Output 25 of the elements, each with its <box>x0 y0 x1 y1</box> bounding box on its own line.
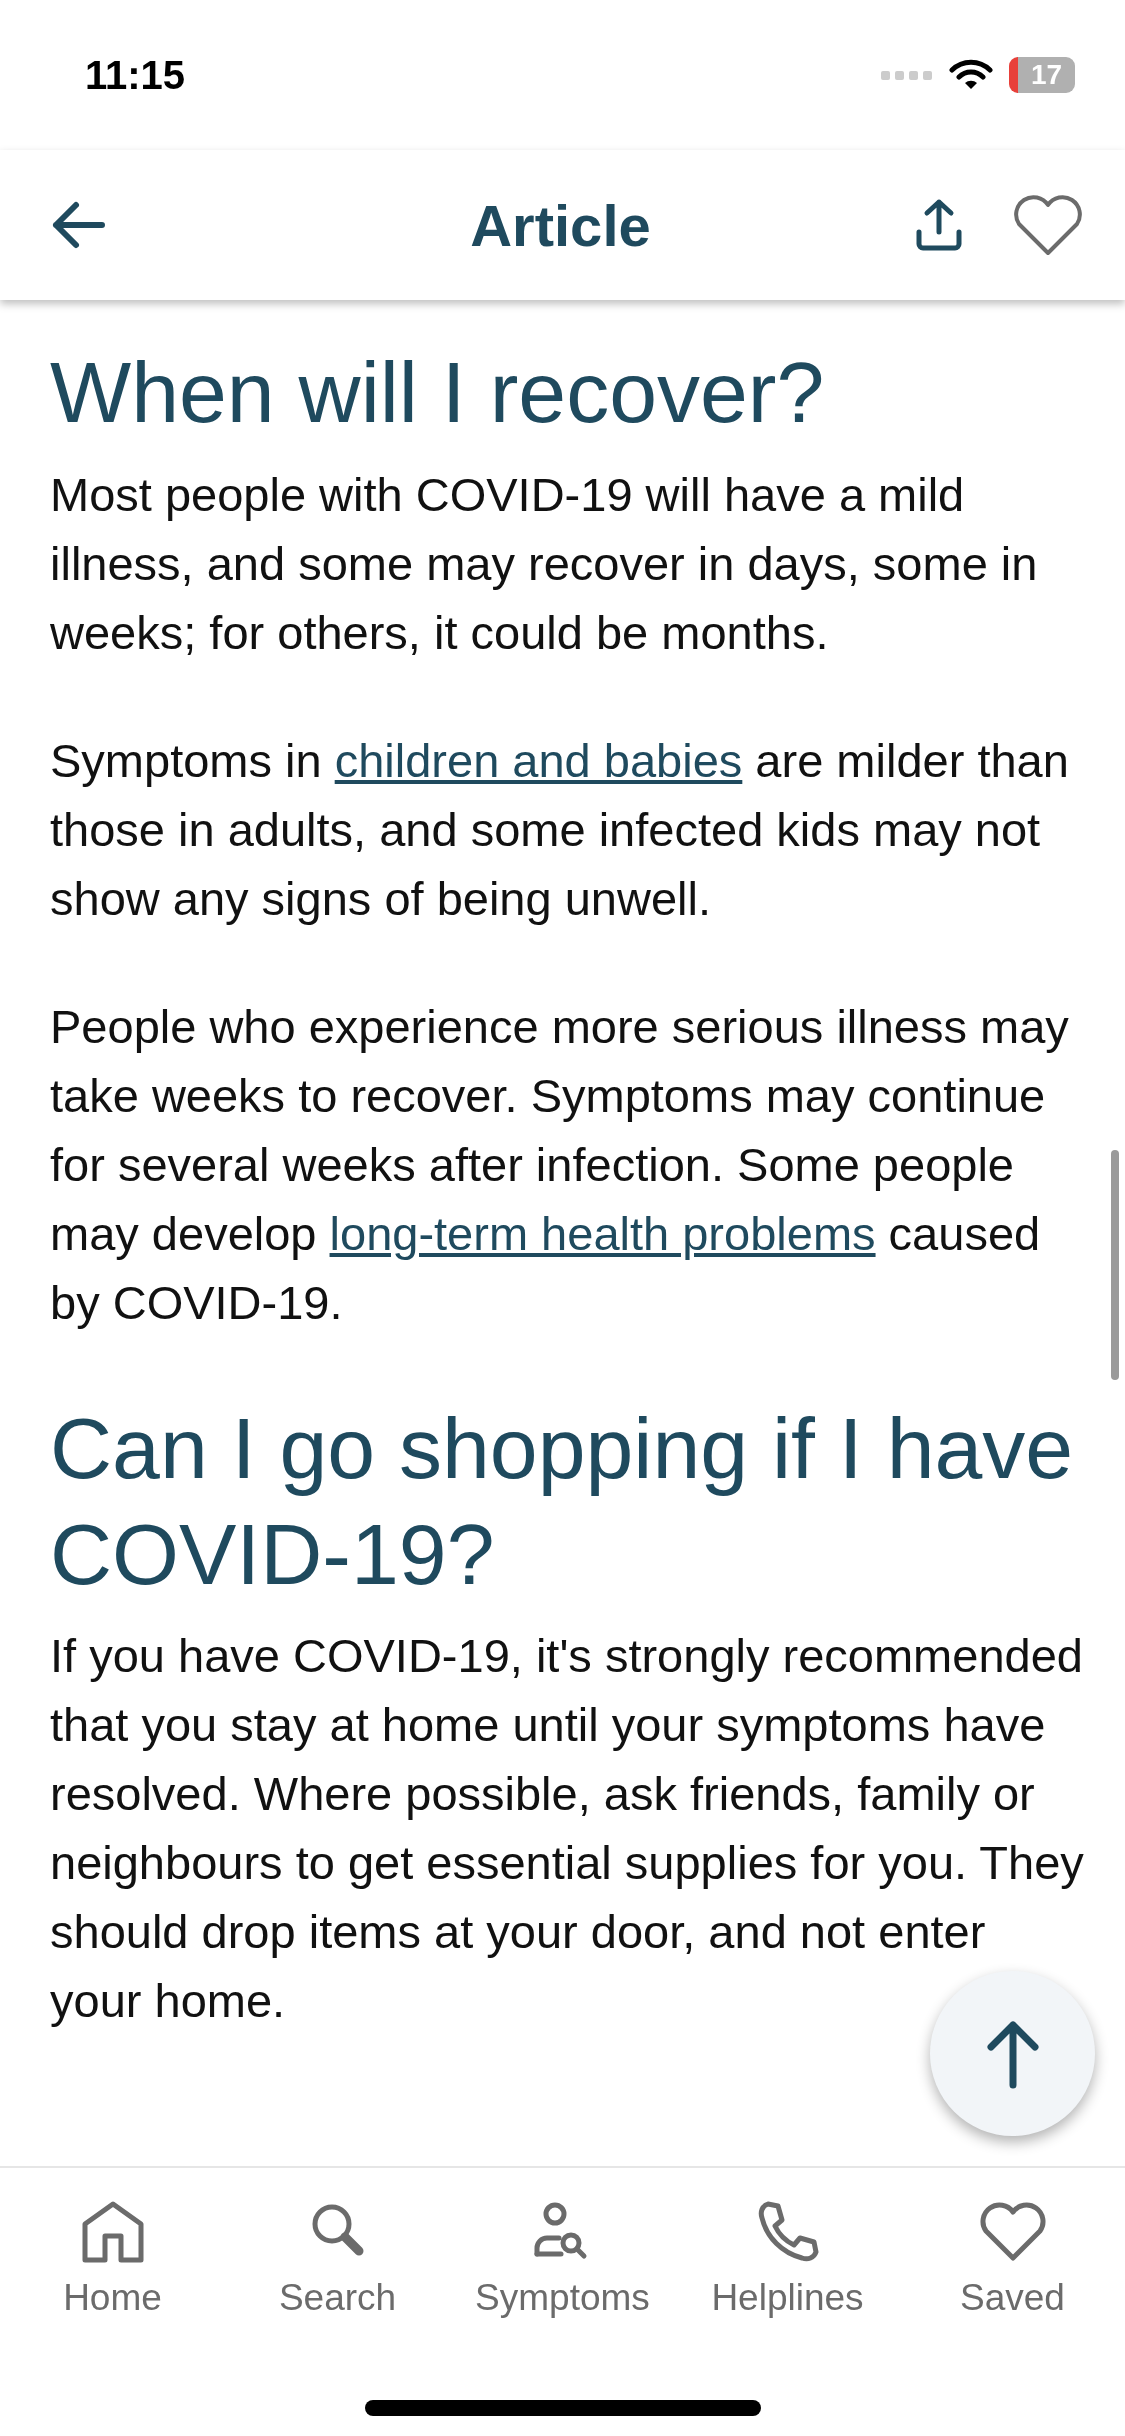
section-heading: When will I recover? <box>50 343 826 442</box>
scroll-to-top-button[interactable] <box>930 1971 1095 2136</box>
back-button[interactable] <box>50 200 106 250</box>
nav-tab[interactable]: Symptoms <box>450 2198 675 2436</box>
share-icon <box>915 198 963 252</box>
nav-tab[interactable]: Home <box>0 2198 225 2436</box>
share-button[interactable] <box>915 198 963 252</box>
article-link[interactable]: long-term health problems <box>329 1206 876 1260</box>
paragraph: People who experience more serious illness may take weeks to recover. Symptoms may continue for several weeks after infection. Some people may develop long-term health problems caused by COVID-19. <box>50 998 1070 1331</box>
paragraph: Most people with COVID-19 will have a mild illness, and some may recover in days, some in weeks; for others, it could be months. <box>50 466 1039 661</box>
arrow-left-icon <box>50 200 106 250</box>
article-link[interactable]: children and babies <box>334 733 743 787</box>
heart-icon <box>1011 193 1085 257</box>
nav-tab[interactable]: Helplines <box>675 2198 900 2436</box>
paragraph: If you have COVID-19, it's strongly recommended that you stay at home until your symptoms have resolved. Where possible, ask friends, family or neighbours to get essential supplies for you. They should drop items at your door, and not enter your home. <box>50 1628 1085 2030</box>
paragraph: Symptoms in children and babies are milder than those in adults, and some infected kids may not show any signs of being unwell. <box>50 732 1070 927</box>
favorite-button[interactable] <box>1011 193 1085 257</box>
battery-icon: 17 <box>1009 57 1075 93</box>
wifi-icon <box>949 58 993 92</box>
section-heading: Can I go shopping if I have COVID-19? <box>50 1398 1075 1604</box>
page-title: Article <box>469 191 652 260</box>
signal-icon <box>881 69 933 81</box>
nav-tab[interactable]: Saved <box>900 2198 1125 2436</box>
nav-tab[interactable]: Search <box>225 2198 450 2436</box>
status-time: 11:15 <box>85 52 186 99</box>
